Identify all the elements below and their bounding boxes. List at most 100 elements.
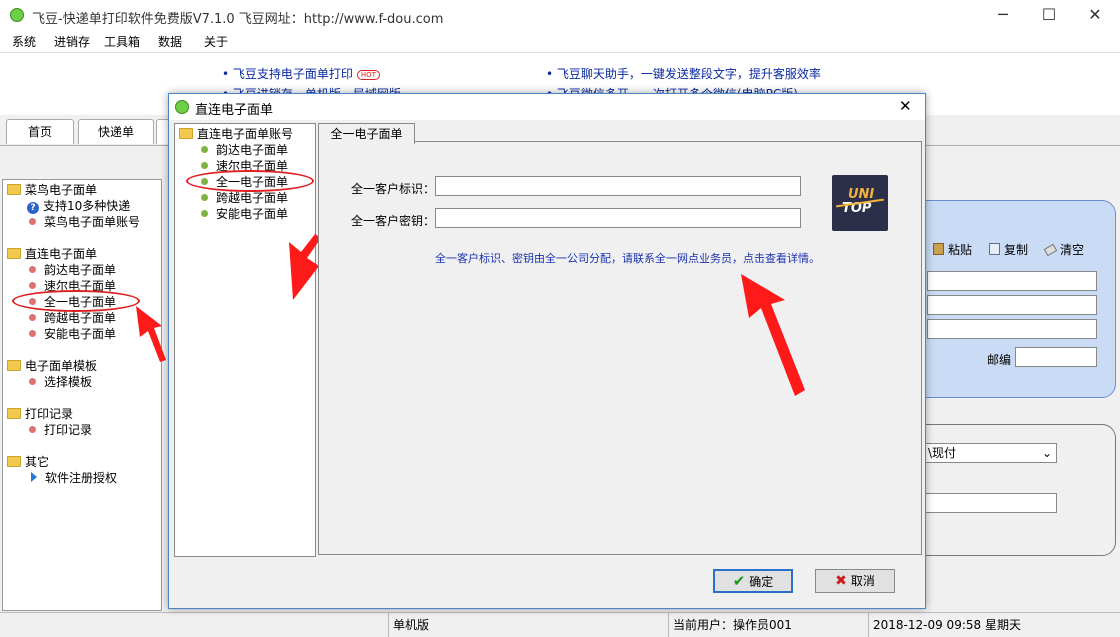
tree-item-yunda[interactable]: 韵达电子面单 <box>29 262 116 278</box>
checkmark-icon: ✔ <box>732 572 746 590</box>
promo-link-eorder[interactable]: • 飞豆支持电子面单打印 HOT <box>222 65 380 82</box>
tree-group-label: 直连电子面单 <box>25 247 98 261</box>
payment-note-input[interactable] <box>925 493 1057 513</box>
tree-item-cainiao-support[interactable]: ? 支持10多种快递 <box>27 198 130 214</box>
dialog-tree-item-yunda[interactable]: 韵达电子面单 <box>201 142 288 158</box>
tree-item-label: 韵达电子面单 <box>44 263 117 277</box>
paste-icon <box>933 243 944 255</box>
cancel-button-label: 取消 <box>850 574 875 588</box>
bullet-icon <box>29 266 36 273</box>
tree-item-select-template[interactable]: 选择模板 <box>29 374 92 390</box>
receiver-field-3[interactable] <box>927 319 1097 339</box>
tree-group-label: 电子面单模板 <box>25 359 98 373</box>
bullet-icon <box>29 330 36 337</box>
customer-id-label: 全一客户标识： <box>351 182 436 196</box>
close-button[interactable]: ✕ <box>1072 0 1118 30</box>
dialog-account-tree: 直连电子面单账号 韵达电子面单 速尔电子面单 全一电子面单 跨越电子面单 安能电… <box>174 123 316 557</box>
minimize-button[interactable]: ─ <box>980 0 1026 30</box>
status-bar: 单机版 当前用户：操作员001 2018-12-09 09:58 星期天 <box>0 612 1120 637</box>
cancel-button[interactable]: ✖ 取消 <box>815 569 895 593</box>
promo-link-chat[interactable]: • 飞豆聊天助手，一键发送整段文字，提升客服效率 <box>546 65 821 82</box>
folder-icon <box>7 360 21 371</box>
help-icon: ? <box>27 202 39 214</box>
details-link[interactable]: 全一客户标识、密钥由全一公司分配，请联系全一网点业务员，点击查看详情。 <box>435 250 820 266</box>
folder-icon <box>7 248 21 259</box>
tree-item-label: 软件注册授权 <box>45 471 118 485</box>
tree-item-label: 跨越电子面单 <box>44 311 117 325</box>
window-title: 飞豆-快递单打印软件免费版V7.1.0 飞豆网址：http://www.f-do… <box>32 12 444 27</box>
tree-group-other[interactable]: 其它 <box>7 454 49 470</box>
status-datetime: 2018-12-09 09:58 星期天 <box>868 613 1113 637</box>
tab-express[interactable]: 快递单 <box>78 119 154 144</box>
menu-toolbox[interactable]: 工具箱 <box>104 33 140 50</box>
bullet-icon <box>201 162 208 169</box>
arrow-shape <box>289 234 321 300</box>
tab-quanyi[interactable]: 全一电子面单 <box>318 123 415 144</box>
zip-input[interactable] <box>1015 347 1097 367</box>
customer-key-input[interactable] <box>435 208 801 228</box>
receiver-field-1[interactable] <box>927 271 1097 291</box>
dialog-tree-item-anneng[interactable]: 安能电子面单 <box>201 206 288 222</box>
dialog-tree-item-label: 跨越电子面单 <box>216 191 289 205</box>
clear-button[interactable]: 清空 <box>1043 241 1084 258</box>
tree-group-label: 菜鸟电子面单 <box>25 183 98 197</box>
copy-icon <box>989 243 1000 255</box>
dialog-tree-root-label: 直连电子面单账号 <box>197 127 294 141</box>
dialog-tree-root[interactable]: 直连电子面单账号 <box>179 126 293 142</box>
tree-item-label: 安能电子面单 <box>44 327 117 341</box>
dialog-content-panel: 全一客户标识： 全一客户密钥： UNI TOP 全一客户标识、密钥由全一公司分配… <box>318 141 922 555</box>
arrow-shape <box>741 274 805 396</box>
folder-icon <box>7 408 21 419</box>
tree-item-register[interactable]: 软件注册授权 <box>29 470 117 486</box>
promo-link-chat-text[interactable]: 飞豆聊天助手，一键发送整段文字，提升客服效率 <box>557 67 821 81</box>
dialog-title: 直连电子面单 <box>195 103 274 118</box>
bullet-icon <box>29 378 36 385</box>
folder-icon <box>7 184 21 195</box>
zip-label: 邮编 <box>987 353 1012 367</box>
bullet-icon <box>201 210 208 217</box>
tree-group-template[interactable]: 电子面单模板 <box>7 358 97 374</box>
receiver-field-2[interactable] <box>927 295 1097 315</box>
status-user: 当前用户：操作员001 <box>668 613 869 637</box>
red-arrow-hint <box>741 274 805 396</box>
bullet-icon <box>29 426 36 433</box>
menu-inventory[interactable]: 进销存 <box>54 33 90 50</box>
unitop-logo: UNI TOP <box>832 175 888 231</box>
tree-group-direct[interactable]: 直连电子面单 <box>7 246 97 262</box>
highlight-oval <box>12 290 140 312</box>
customer-key-label: 全一客户密钥： <box>351 214 436 228</box>
play-icon <box>31 472 37 482</box>
menu-data[interactable]: 数据 <box>158 33 182 50</box>
ok-button[interactable]: ✔ 确定 <box>713 569 793 593</box>
dialog-icon <box>175 100 189 114</box>
maximize-button[interactable]: ☐ <box>1026 0 1072 30</box>
status-mode: 单机版 <box>388 613 669 637</box>
menu-system[interactable]: 系统 <box>12 33 36 50</box>
tree-item-label: 支持10多种快递 <box>43 199 131 213</box>
copy-button[interactable]: 复制 <box>989 241 1028 258</box>
dialog-close-button[interactable]: ✕ <box>899 97 912 115</box>
tree-group-label: 其它 <box>25 455 50 469</box>
bullet-icon <box>29 282 36 289</box>
promo-link-eorder-text[interactable]: 飞豆支持电子面单打印 <box>233 67 353 81</box>
folder-icon <box>179 128 193 139</box>
tree-item-label: 选择模板 <box>44 375 93 389</box>
arrow-shape <box>136 306 166 362</box>
dialog-tree-item-kuayue[interactable]: 跨越电子面单 <box>201 190 288 206</box>
customer-id-input[interactable] <box>435 176 801 196</box>
menu-about[interactable]: 关于 <box>204 33 228 50</box>
x-icon: ✖ <box>835 573 847 589</box>
tree-group-print-log[interactable]: 打印记录 <box>7 406 73 422</box>
tree-item-kuayue[interactable]: 跨越电子面单 <box>29 310 116 326</box>
tree-item-anneng[interactable]: 安能电子面单 <box>29 326 116 342</box>
chevron-down-icon: ⌄ <box>1041 446 1052 460</box>
paste-label: 粘贴 <box>948 243 973 257</box>
title-bar: 飞豆-快递单打印软件免费版V7.1.0 飞豆网址：http://www.f-do… <box>0 0 1120 30</box>
tree-item-cainiao-account[interactable]: 菜鸟电子面单账号 <box>29 214 140 230</box>
tree-item-print-log[interactable]: 打印记录 <box>29 422 92 438</box>
paste-button[interactable]: 粘贴 <box>933 241 972 258</box>
tab-home[interactable]: 首页 <box>6 119 74 144</box>
payment-select[interactable]: \现付 ⌄ <box>925 443 1057 463</box>
tree-group-cainiao[interactable]: 菜鸟电子面单 <box>7 182 97 198</box>
dialog-tree-item-label: 安能电子面单 <box>216 207 289 221</box>
